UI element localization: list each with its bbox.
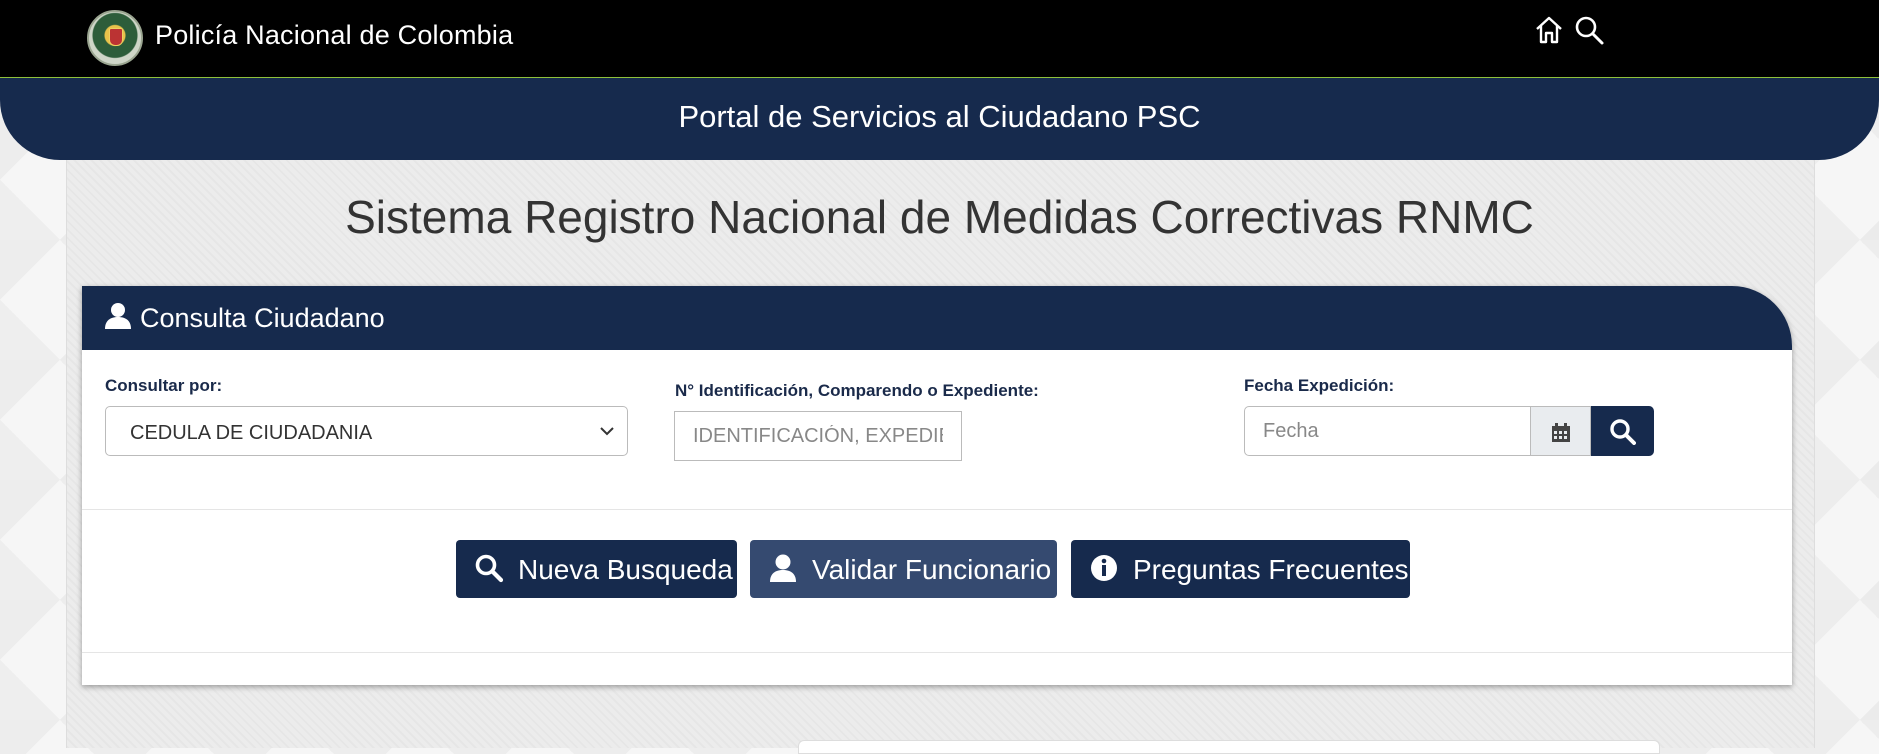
consulta-panel: Consulta Ciudadano Consultar por: CEDULA… xyxy=(82,286,1792,685)
search-icon[interactable] xyxy=(1573,14,1605,46)
search-icon xyxy=(1610,419,1636,445)
police-logo[interactable] xyxy=(87,10,143,66)
id-input[interactable] xyxy=(674,411,962,461)
search-icon xyxy=(475,554,504,583)
validar-funcionario-button[interactable]: Validar Funcionario xyxy=(750,540,1057,598)
preguntas-frecuentes-label: Preguntas Frecuentes xyxy=(1133,554,1409,585)
user-icon xyxy=(770,554,796,582)
consultar-select[interactable]: CEDULA DE CIUDADANIA xyxy=(105,406,628,456)
portal-banner: Portal de Servicios al Ciudadano PSC xyxy=(0,78,1879,160)
nueva-busqueda-label: Nueva Busqueda xyxy=(518,554,733,585)
nueva-busqueda-button[interactable]: Nueva Busqueda xyxy=(456,540,737,598)
consultar-label: Consultar por: xyxy=(105,376,223,395)
divider xyxy=(82,652,1792,653)
brand-name[interactable]: Policía Nacional de Colombia xyxy=(155,20,513,51)
panel-title: Consulta Ciudadano xyxy=(140,303,385,333)
page-title: Sistema Registro Nacional de Medidas Cor… xyxy=(345,191,1534,243)
divider xyxy=(82,509,1792,510)
calendar-icon xyxy=(1552,423,1570,442)
chevron-down-icon xyxy=(600,427,614,436)
bottom-tabs xyxy=(798,740,1660,754)
user-icon xyxy=(104,302,132,330)
fecha-input[interactable] xyxy=(1244,406,1531,456)
preguntas-frecuentes-button[interactable]: Preguntas Frecuentes xyxy=(1071,540,1410,598)
calendar-button[interactable] xyxy=(1531,406,1591,456)
home-icon[interactable] xyxy=(1533,14,1565,46)
panel-header: Consulta Ciudadano xyxy=(82,286,1792,350)
top-navbar: Policía Nacional de Colombia xyxy=(0,0,1879,78)
consultar-value: CEDULA DE CIUDADANIA xyxy=(130,422,373,444)
fecha-label: Fecha Expedición: xyxy=(1244,376,1395,395)
search-button[interactable] xyxy=(1591,406,1654,456)
validar-funcionario-label: Validar Funcionario xyxy=(812,554,1052,585)
id-label: N° Identificación, Comparendo o Expedien… xyxy=(675,381,1039,400)
info-icon xyxy=(1091,555,1117,581)
